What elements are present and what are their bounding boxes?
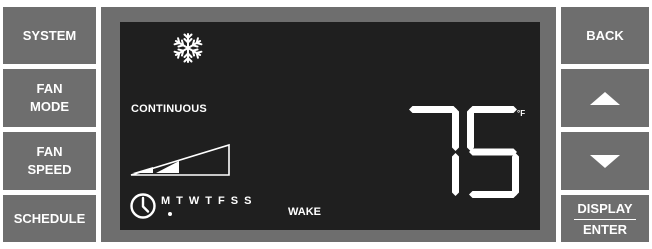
- day-friday: F: [218, 195, 225, 207]
- display-enter-button[interactable]: DISPLAY ENTER: [561, 195, 649, 242]
- temp-digit-1-segment-g: [469, 148, 517, 156]
- schedule-days: M T W T F S S: [161, 195, 251, 207]
- day-thursday: T: [205, 195, 213, 207]
- temperature-display: [409, 106, 519, 198]
- back-button[interactable]: BACK: [561, 7, 649, 64]
- temp-digit-0-segment-b: [452, 108, 459, 151]
- day-saturday: S: [230, 195, 239, 207]
- schedule-button[interactable]: SCHEDULE: [3, 195, 96, 242]
- day-tuesday: T: [176, 195, 183, 207]
- active-day-dot: [168, 212, 172, 216]
- display-label: DISPLAY: [577, 200, 633, 216]
- fan-mode-button[interactable]: FAN MODE: [3, 69, 96, 127]
- temp-digit-1-segment-f: [467, 108, 474, 151]
- lcd-screen: CONTINUOUS M T W T F S S WAKE °F: [120, 22, 540, 230]
- snowflake-icon: [173, 33, 203, 63]
- fan-speed-label-line2: SPEED: [27, 162, 72, 177]
- fan-speed-indicator: [130, 143, 230, 176]
- enter-label: ENTER: [574, 218, 636, 237]
- fan-mode-label-line1: FAN: [36, 81, 63, 96]
- thermostat-panel: SYSTEM FAN MODE FAN SPEED SCHEDULE CONTI…: [0, 0, 652, 249]
- fan-mode-label-line2: MODE: [30, 99, 69, 114]
- day-wednesday: W: [188, 195, 200, 207]
- up-button[interactable]: [561, 69, 649, 127]
- temp-digit-1-segment-a: [469, 106, 517, 113]
- fan-mode-status: CONTINUOUS: [131, 103, 207, 115]
- system-button-label: SYSTEM: [22, 27, 77, 43]
- fan-speed-label-line1: FAN: [36, 144, 63, 159]
- down-button[interactable]: [561, 132, 649, 190]
- system-button[interactable]: SYSTEM: [3, 7, 96, 64]
- temp-digit-0-segment-a: [409, 106, 457, 113]
- temp-digit-1-segment-c: [512, 153, 519, 196]
- fan-speed-button[interactable]: FAN SPEED: [3, 132, 96, 190]
- day-sunday: S: [244, 195, 252, 207]
- down-arrow-icon: [590, 154, 620, 168]
- temperature-unit: °F: [517, 109, 526, 118]
- temp-digit-1-segment-d: [469, 191, 517, 198]
- up-arrow-icon: [590, 91, 620, 105]
- temp-digit-0-segment-c: [452, 153, 459, 196]
- schedule-button-label: SCHEDULE: [13, 210, 86, 226]
- day-monday: M: [161, 195, 171, 207]
- schedule-period: WAKE: [288, 206, 321, 218]
- clock-icon: [130, 193, 156, 219]
- back-button-label: BACK: [586, 27, 624, 43]
